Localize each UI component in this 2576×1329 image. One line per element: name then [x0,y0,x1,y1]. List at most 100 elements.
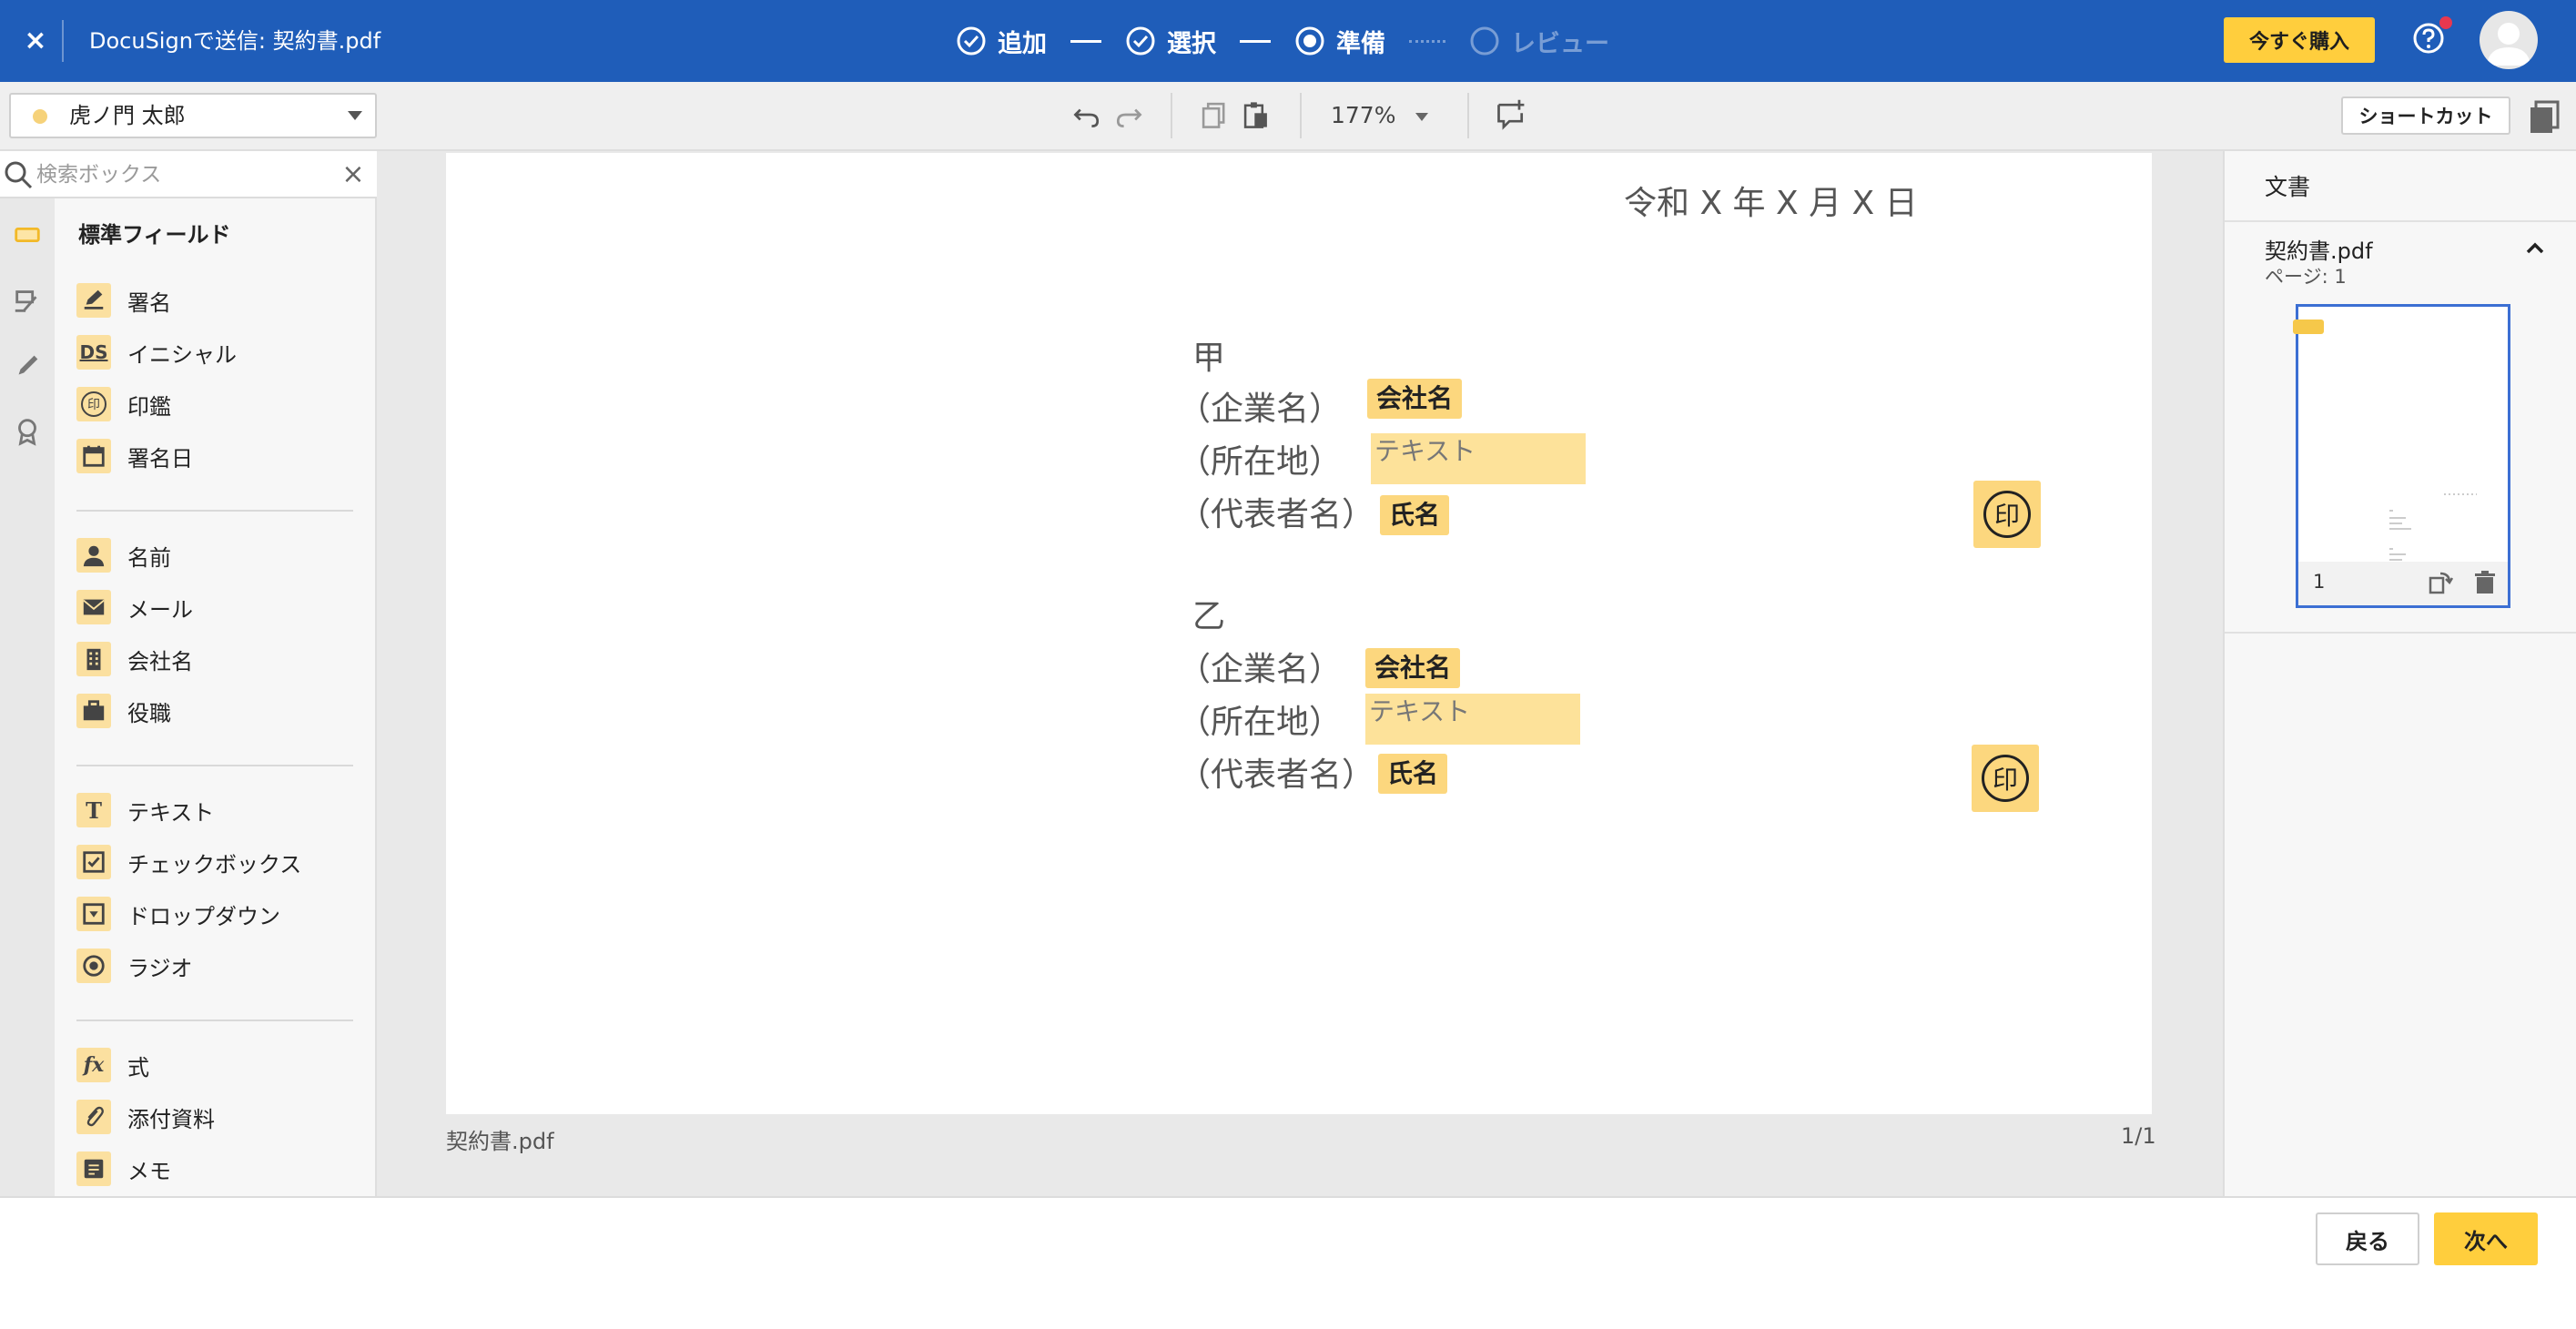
initials-icon: DS [76,335,111,370]
thumbnail-page-number: 1 [2313,571,2326,593]
field-title[interactable]: 役職 [76,689,171,733]
field-name[interactable]: 名前 [76,533,171,577]
party-a-seal-field[interactable]: 印 [1973,481,2041,548]
documents-title: 文書 [2265,174,2311,200]
back-button[interactable]: 戻る [2316,1212,2419,1265]
page-counter: 1/1 [2121,1123,2156,1149]
step-review-label: レビュー [1511,29,1609,58]
field-attachment[interactable]: 添付資料 [76,1095,215,1139]
recipient-color-dot [33,109,47,124]
recipient-select[interactable]: 虎ノ門 太郎 [9,93,377,138]
field-note[interactable]: メモ [76,1147,171,1191]
shortcut-button[interactable]: ショートカット [2341,96,2510,135]
zoom-value: 177% [1331,102,1396,128]
rail-standard-fields[interactable] [5,213,49,257]
redo-button[interactable] [1109,95,1149,135]
notification-dot [2439,16,2452,29]
field-formula[interactable]: fx 式 [76,1043,149,1087]
group-divider [76,765,353,766]
rail-draw-tools[interactable] [5,344,49,388]
rotate-page-icon[interactable] [2426,569,2453,596]
toolbar-divider [1171,93,1172,138]
app-title: DocuSignで送信: 契約書.pdf [89,28,381,54]
step-connector [1070,39,1101,43]
party-a-rep-label: （代表者名） [1178,496,1375,533]
comment-add-icon [1497,99,1525,130]
step-prepare[interactable]: 準備 [1294,24,1385,59]
step-add-label: 追加 [998,29,1047,58]
search-icon [5,161,33,189]
step-prepare-label: 準備 [1336,29,1385,58]
header-divider [62,20,64,62]
bottom-bar: 戻る 次へ [0,1196,2576,1329]
field-email[interactable]: メール [76,585,193,629]
party-b-seal-field[interactable]: 印 [1972,745,2039,812]
field-radio[interactable]: ラジオ [76,944,193,988]
step-add[interactable]: 追加 [956,24,1047,59]
field-sign-date[interactable]: 署名日 [76,434,193,478]
page-thumbnail[interactable]: 1 [2293,304,2510,608]
document-name: 契約書.pdf [2265,238,2373,264]
step-review[interactable]: レビュー [1469,24,1609,59]
search-input[interactable] [36,157,328,193]
field-checkbox[interactable]: チェックボックス [76,840,301,884]
field-signature[interactable]: 署名 [76,279,171,322]
toolbar-divider [1467,93,1469,138]
trash-icon[interactable] [2471,569,2499,596]
stamp-pen-icon [15,290,37,312]
clear-search-button[interactable]: × [337,158,370,191]
seal-icon: 印 [1983,491,2031,538]
rail-signature-tools[interactable] [5,279,49,322]
party-a-rep-field[interactable]: 氏名 [1380,495,1450,535]
panel-title: 標準フィールド [78,222,231,248]
field-text[interactable]: T テキスト [76,788,214,832]
field-label: チェックボックス [127,851,302,878]
party-b-company-field[interactable]: 会社名 [1365,648,1461,688]
recipient-name: 虎ノ門 太郎 [69,103,186,128]
signature-icon [76,283,111,318]
next-button[interactable]: 次へ [2434,1212,2538,1265]
field-label: メモ [127,1158,171,1184]
party-a-address-label: （所在地） [1178,443,1343,481]
field-label: イニシャル [127,341,237,368]
document-page-count: ページ: 1 [2265,266,2347,288]
document-filename: 契約書.pdf [446,1129,554,1154]
close-button[interactable]: × [13,18,58,64]
field-seal[interactable]: 印 印鑑 [76,382,171,426]
party-a-company-field[interactable]: 会社名 [1367,379,1463,419]
field-company[interactable]: 会社名 [76,637,193,681]
party-b-rep-field[interactable]: 氏名 [1378,754,1448,794]
checkbox-icon [76,845,111,879]
copy-button[interactable] [1194,95,1234,135]
party-a-address-field[interactable]: テキスト [1371,433,1586,484]
field-dropdown[interactable]: ドロップダウン [76,892,280,936]
chevron-up-icon[interactable] [2521,235,2549,262]
pending-step-icon [1470,26,1499,56]
field-label: 役職 [127,700,171,726]
thumbnail-footer: 1 [2298,562,2508,605]
avatar[interactable] [2480,11,2538,69]
field-label: メール [127,596,193,623]
paste-button[interactable] [1236,95,1276,135]
step-select[interactable]: 選択 [1125,24,1216,59]
text-icon: T [76,793,111,827]
buy-now-button[interactable]: 今すぐ購入 [2224,17,2375,63]
party-b-address-field[interactable]: テキスト [1365,694,1580,745]
page-panel-toggle[interactable] [2523,93,2567,138]
add-comment-button[interactable] [1491,95,1531,135]
field-label: ラジオ [127,955,193,981]
check-circle-icon [957,26,986,56]
zoom-select[interactable]: 177% [1331,95,1429,137]
field-icon [15,227,40,243]
field-search: × [0,151,377,198]
person-icon [76,538,111,573]
rail-badges[interactable] [5,410,49,453]
panel-divider [2225,632,2576,634]
dropdown-icon [76,897,111,931]
field-label: ドロップダウン [127,903,280,929]
field-initials[interactable]: DS イニシャル [76,330,237,374]
field-label: 式 [127,1054,149,1080]
field-label: 署名日 [127,445,193,472]
undo-button[interactable] [1067,95,1107,135]
calendar-icon [76,439,111,473]
